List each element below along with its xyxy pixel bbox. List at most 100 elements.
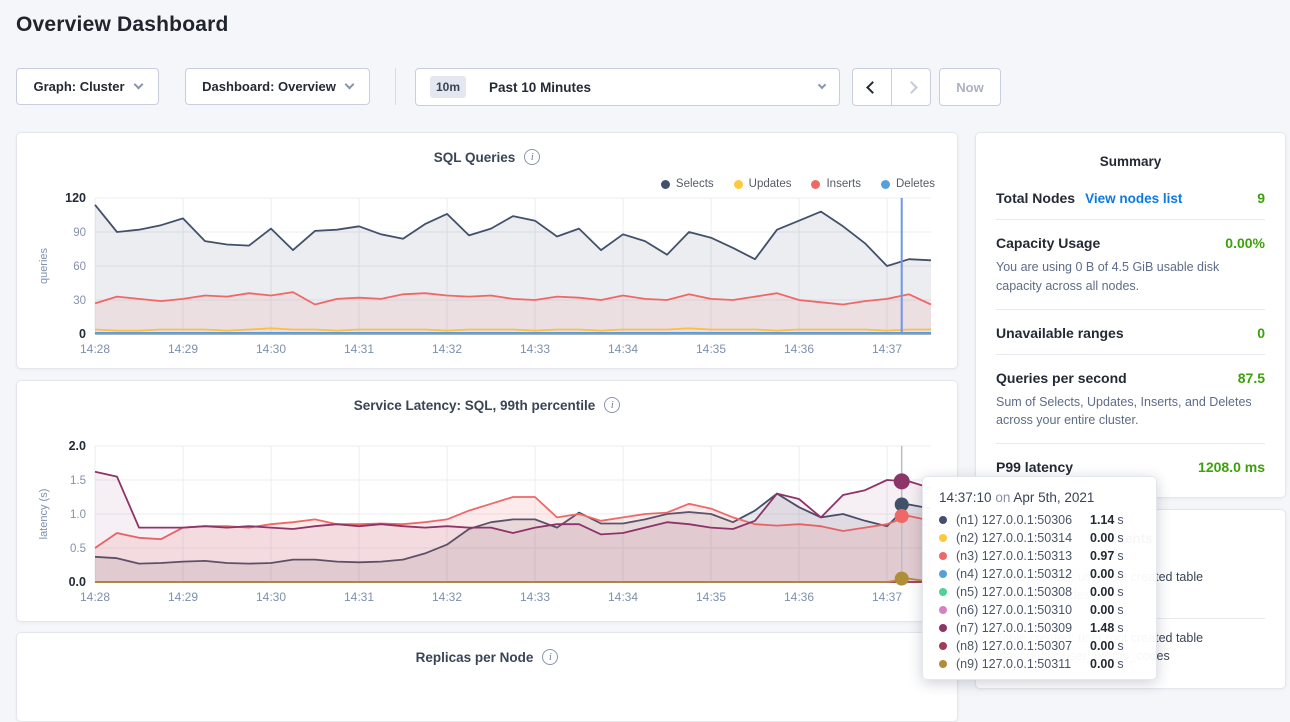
svg-text:14:29: 14:29 xyxy=(168,342,198,356)
tooltip-node-unit: s xyxy=(1117,621,1123,635)
svg-text:14:34: 14:34 xyxy=(608,342,638,356)
time-prev-button[interactable] xyxy=(853,69,892,105)
view-nodes-list-link[interactable]: View nodes list xyxy=(1085,191,1182,206)
summary-row-label: Total Nodes xyxy=(996,190,1075,206)
svg-text:14:36: 14:36 xyxy=(784,590,814,604)
tooltip-timestamp: 14:37:10 on Apr 5th, 2021 xyxy=(939,490,1142,505)
svg-text:1.5: 1.5 xyxy=(70,475,86,487)
tooltip-node-unit: s xyxy=(1117,549,1123,563)
chart-title: Replicas per Node i xyxy=(17,649,957,665)
chevron-down-icon xyxy=(818,81,826,89)
svg-text:120: 120 xyxy=(65,191,86,205)
summary-row: Total Nodes View nodes list 9 xyxy=(996,175,1265,220)
summary-row-value: 9 xyxy=(1257,190,1265,206)
tooltip-node-value: 0.00 xyxy=(1090,603,1114,617)
info-icon[interactable]: i xyxy=(604,397,620,413)
tooltip-node-unit: s xyxy=(1117,585,1123,599)
tooltip-node-label: (n6) 127.0.0.1:50310 xyxy=(956,603,1086,617)
tooltip-node-value: 0.00 xyxy=(1090,639,1114,653)
summary-row: Queries per second 87.5 Sum of Selects, … xyxy=(996,355,1265,445)
series-dot-icon xyxy=(939,624,947,632)
tooltip-node-label: (n8) 127.0.0.1:50307 xyxy=(956,639,1086,653)
tooltip-node-label: (n1) 127.0.0.1:50306 xyxy=(956,513,1086,527)
tooltip-node-unit: s xyxy=(1117,639,1123,653)
service-latency-chart[interactable]: 14:2814:2914:3014:3114:3214:3314:3414:35… xyxy=(17,437,957,617)
summary-row: Capacity Usage 0.00% You are using 0 B o… xyxy=(996,220,1265,310)
svg-text:14:32: 14:32 xyxy=(432,342,462,356)
summary-panel: Summary Total Nodes View nodes list 9 Ca… xyxy=(975,132,1286,498)
tooltip-node-value: 1.48 xyxy=(1090,621,1114,635)
summary-row-label: P99 latency xyxy=(996,459,1073,475)
svg-text:60: 60 xyxy=(73,261,86,273)
series-dot-icon xyxy=(734,180,743,189)
svg-text:14:31: 14:31 xyxy=(344,342,374,356)
tooltip-node-row: (n3) 127.0.0.1:50313 0.97 s xyxy=(939,547,1142,565)
svg-text:14:36: 14:36 xyxy=(784,342,814,356)
tooltip-node-row: (n4) 127.0.0.1:50312 0.00 s xyxy=(939,565,1142,583)
graph-dropdown[interactable]: Graph: Cluster xyxy=(16,68,159,105)
svg-text:14:31: 14:31 xyxy=(344,590,374,604)
svg-text:1.0: 1.0 xyxy=(70,509,86,521)
svg-text:latency (s): latency (s) xyxy=(38,489,50,540)
tooltip-node-unit: s xyxy=(1117,603,1123,617)
tooltip-node-row: (n8) 127.0.0.1:50307 0.00 s xyxy=(939,637,1142,655)
time-range-label: Past 10 Minutes xyxy=(489,80,591,95)
chevron-left-icon xyxy=(866,81,879,94)
summary-row-value: 87.5 xyxy=(1238,370,1265,386)
sql-queries-chart[interactable]: 14:2814:2914:3014:3114:3214:3314:3414:35… xyxy=(17,189,957,369)
info-icon[interactable]: i xyxy=(524,149,540,165)
svg-text:14:28: 14:28 xyxy=(80,342,110,356)
tooltip-node-unit: s xyxy=(1117,657,1123,671)
tooltip-node-value: 0.00 xyxy=(1090,657,1114,671)
tooltip-node-value: 0.97 xyxy=(1090,549,1114,563)
svg-text:14:37: 14:37 xyxy=(872,342,902,356)
svg-text:30: 30 xyxy=(73,295,86,307)
controls-divider xyxy=(395,68,396,105)
series-dot-icon xyxy=(939,588,947,596)
tooltip-node-label: (n7) 127.0.0.1:50309 xyxy=(956,621,1086,635)
tooltip-node-unit: s xyxy=(1117,513,1123,527)
time-range-dropdown[interactable]: 10m Past 10 Minutes xyxy=(415,68,840,106)
time-next-button[interactable] xyxy=(892,69,930,105)
summary-row: Unavailable ranges 0 xyxy=(996,310,1265,355)
tooltip-node-row: (n5) 127.0.0.1:50308 0.00 s xyxy=(939,583,1142,601)
tooltip-node-label: (n9) 127.0.0.1:50311 xyxy=(956,657,1086,671)
svg-text:14:37: 14:37 xyxy=(872,590,902,604)
tooltip-node-label: (n5) 127.0.0.1:50308 xyxy=(956,585,1086,599)
svg-text:14:35: 14:35 xyxy=(696,590,726,604)
svg-text:0.0: 0.0 xyxy=(69,575,86,589)
tooltip-node-label: (n4) 127.0.0.1:50312 xyxy=(956,567,1086,581)
series-dot-icon xyxy=(661,180,670,189)
summary-row-label: Capacity Usage xyxy=(996,235,1100,251)
sql-queries-chart-card: SQL Queries i Selects Updates Inserts De… xyxy=(16,132,958,369)
svg-text:14:30: 14:30 xyxy=(256,590,286,604)
dashboard-dropdown[interactable]: Dashboard: Overview xyxy=(185,68,370,105)
chart-hover-tooltip: 14:37:10 on Apr 5th, 2021 (n1) 127.0.0.1… xyxy=(922,476,1157,680)
tooltip-node-value: 1.14 xyxy=(1090,513,1114,527)
summary-row-label: Queries per second xyxy=(996,370,1127,386)
chart-title: SQL Queries i xyxy=(17,149,957,165)
chart-title-text: Service Latency: SQL, 99th percentile xyxy=(354,398,596,413)
tooltip-node-unit: s xyxy=(1117,531,1123,545)
chart-title-text: Replicas per Node xyxy=(416,650,534,665)
series-dot-icon xyxy=(939,534,947,542)
svg-text:14:28: 14:28 xyxy=(80,590,110,604)
svg-text:14:34: 14:34 xyxy=(608,590,638,604)
tooltip-node-value: 0.00 xyxy=(1090,567,1114,581)
tooltip-node-row: (n7) 127.0.0.1:50309 1.48 s xyxy=(939,619,1142,637)
summary-row-value: 0.00% xyxy=(1225,235,1265,251)
info-icon[interactable]: i xyxy=(542,649,558,665)
svg-text:14:30: 14:30 xyxy=(256,342,286,356)
tooltip-node-label: (n2) 127.0.0.1:50314 xyxy=(956,531,1086,545)
chart-title: Service Latency: SQL, 99th percentile i xyxy=(17,397,957,413)
svg-text:0.5: 0.5 xyxy=(70,543,86,555)
series-dot-icon xyxy=(939,552,947,560)
summary-row-label: Unavailable ranges xyxy=(996,325,1124,341)
now-button[interactable]: Now xyxy=(939,68,1001,106)
chevron-down-icon xyxy=(133,80,143,90)
tooltip-node-unit: s xyxy=(1117,567,1123,581)
tooltip-node-row: (n6) 127.0.0.1:50310 0.00 s xyxy=(939,601,1142,619)
summary-row-value: 1208.0 ms xyxy=(1198,459,1265,475)
series-dot-icon xyxy=(939,660,947,668)
tooltip-node-row: (n1) 127.0.0.1:50306 1.14 s xyxy=(939,511,1142,529)
